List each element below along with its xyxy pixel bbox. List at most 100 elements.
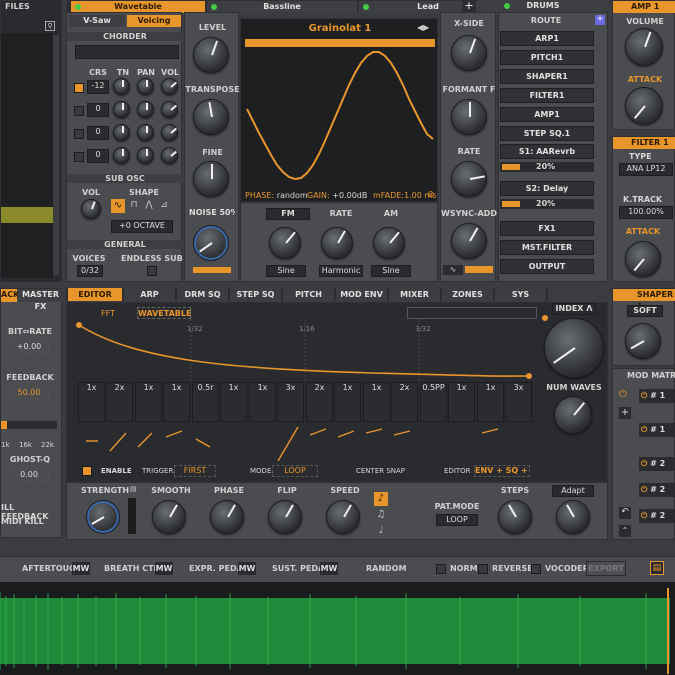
adapt-button[interactable]: Adapt — [552, 485, 594, 497]
mw-toggle[interactable]: MW — [72, 562, 90, 575]
tab-mixer[interactable]: MIXER — [389, 288, 441, 301]
fm-selector[interactable]: FM — [266, 208, 310, 220]
chorder-preset-selector[interactable] — [75, 45, 179, 59]
route-item-amp1[interactable]: AMP1 — [500, 107, 594, 122]
dotted-note-icon[interactable]: ♩ — [374, 524, 388, 538]
step-cell[interactable]: 1x — [78, 382, 105, 422]
chorder-pan-knob[interactable] — [137, 124, 154, 141]
transpose-knob[interactable] — [193, 99, 229, 135]
route-item-mst-filter[interactable]: MST.FILTER — [500, 240, 594, 255]
step-cell[interactable]: 1x — [448, 382, 475, 422]
step-cell[interactable]: 0.5r — [192, 382, 219, 422]
collapse-icon[interactable]: ⌃ — [619, 525, 631, 537]
route-item-output[interactable]: OUTPUT — [500, 259, 594, 274]
envelope-point[interactable] — [76, 322, 82, 328]
chorder-row-enable[interactable] — [74, 106, 84, 116]
step-cell[interactable]: 1x — [163, 382, 190, 422]
piano-icon[interactable]: ▤ — [650, 561, 664, 575]
step-cell[interactable]: 1x — [249, 382, 276, 422]
smooth-knob[interactable] — [152, 500, 186, 534]
files-scrollbar[interactable] — [53, 35, 59, 275]
shape-triangle-icon[interactable]: ⋀ — [142, 199, 156, 213]
chorder-row-enable[interactable] — [74, 152, 84, 162]
shaper1-type[interactable]: SOFT — [627, 305, 663, 317]
wave-name[interactable]: Grainolat 1 — [241, 23, 439, 34]
flip-knob[interactable] — [268, 500, 302, 534]
step-cell[interactable]: 3x — [277, 382, 304, 422]
enable-checkbox[interactable] — [82, 466, 92, 476]
tab-mod-env[interactable]: MOD ENV — [336, 288, 388, 301]
shaper1-knob[interactable] — [625, 323, 661, 359]
phase-knob[interactable] — [210, 500, 244, 534]
chorder-tn-knob[interactable] — [113, 124, 130, 141]
step-cell[interactable]: 1x — [363, 382, 390, 422]
noise-bar[interactable] — [193, 267, 231, 273]
tab-ack[interactable]: ACK — [1, 289, 19, 302]
envelope-graph[interactable] — [73, 319, 535, 381]
chorder-pan-knob[interactable] — [137, 101, 154, 118]
voices-value[interactable]: 0/32 — [77, 265, 103, 277]
tab-drums[interactable]: DRUMS — [478, 0, 608, 12]
step-cell[interactable]: 2x — [106, 382, 133, 422]
tab-vsaw[interactable]: V-Saw — [69, 15, 125, 27]
step-cell[interactable]: 0.5PP — [420, 382, 447, 422]
step-cell[interactable]: 1x — [334, 382, 361, 422]
vocoder-checkbox[interactable] — [531, 564, 541, 574]
prev-arrow-icon[interactable]: ◀▶ — [417, 23, 429, 32]
send1-bar[interactable]: 20% — [500, 162, 594, 172]
wave-position-bar[interactable] — [245, 39, 435, 47]
filter1-type-select[interactable]: ANA LP12 — [619, 163, 673, 176]
index-knob[interactable] — [544, 318, 604, 378]
editor-mode-select[interactable]: ENV + SQ + MOD — [474, 465, 530, 477]
patmode-select[interactable]: LOOP — [436, 514, 478, 526]
step-cell[interactable]: 1x — [135, 382, 162, 422]
mw-toggle[interactable]: MW — [238, 562, 256, 575]
fm-knob[interactable] — [269, 227, 301, 259]
tab-zones[interactable]: ZONES — [442, 288, 494, 301]
mod-slot[interactable]: ⏻ # 1 — [639, 389, 675, 403]
strength-knob[interactable] — [86, 500, 120, 534]
files-search-icon[interactable]: ⚲ — [45, 21, 55, 31]
step-cell[interactable]: 1x — [477, 382, 504, 422]
chorder-tn-knob[interactable] — [113, 78, 130, 95]
mod-slot[interactable]: ⏻ # 2 — [639, 457, 675, 471]
rate-mode-select[interactable]: Harmonic — [319, 265, 363, 277]
wavetable-selector[interactable]: WAVETABLE — [137, 307, 191, 319]
noise-knob[interactable] — [193, 225, 229, 261]
add-route-icon[interactable]: + — [595, 15, 605, 25]
route-item-stepsq1[interactable]: STEP SQ.1 — [500, 126, 594, 141]
step-curves[interactable] — [78, 423, 534, 461]
chorder-pan-knob[interactable] — [137, 147, 154, 164]
mod-slot[interactable]: ⏻ # 2 — [639, 509, 675, 523]
index-select[interactable]: INDEX Λ — [552, 303, 596, 315]
fine-knob[interactable] — [193, 161, 229, 197]
wsync-knob[interactable] — [451, 223, 487, 259]
amp1-volume-knob[interactable] — [625, 28, 663, 66]
files-browser-list[interactable] — [1, 33, 53, 278]
mw-toggle[interactable]: MW — [155, 562, 173, 575]
osc-rate-knob[interactable] — [451, 161, 487, 197]
range-selector[interactable] — [407, 307, 537, 319]
shape-saw-icon[interactable]: ⊿ — [157, 199, 171, 213]
step-cell[interactable]: 2x — [391, 382, 418, 422]
strength-mode-icon[interactable]: ▤ — [130, 485, 137, 493]
rate-knob[interactable] — [321, 227, 353, 259]
shape-sine-icon[interactable]: ∿ — [111, 199, 125, 213]
freq-slider[interactable] — [1, 421, 57, 429]
chorder-vol-knob[interactable] — [161, 101, 178, 118]
crs-value[interactable]: 0 — [87, 103, 109, 117]
am-wave-select[interactable]: Sine — [371, 265, 411, 277]
feedback-value[interactable]: 50.00 — [9, 387, 49, 399]
send2[interactable]: S2: Delay — [500, 181, 594, 196]
wave-small-icon[interactable]: ∿ — [443, 265, 463, 275]
route-item-shaper1[interactable]: SHAPER1 — [500, 69, 594, 84]
mod-slot[interactable]: ⏻ # 2 — [639, 483, 675, 497]
step-cell[interactable]: 3x — [505, 382, 532, 422]
formant-knob[interactable] — [451, 99, 487, 135]
steps-knob[interactable] — [498, 500, 532, 534]
route-item-pitch1[interactable]: PITCH1 — [500, 50, 594, 65]
disable-icon[interactable]: ⊘ — [427, 190, 435, 200]
add-icon[interactable]: + — [619, 407, 631, 419]
shape-square-icon[interactable]: ⊓ — [127, 199, 141, 213]
adapt-knob[interactable] — [556, 500, 590, 534]
